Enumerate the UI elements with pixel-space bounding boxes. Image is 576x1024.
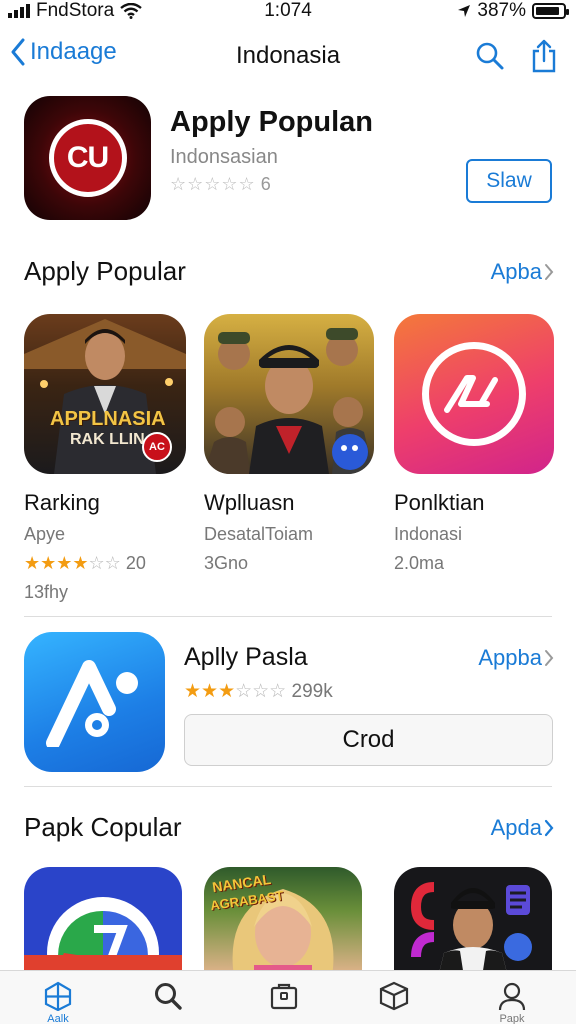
star-empty-icon: ☆☆☆ [235, 681, 287, 702]
card-title: Rarking [24, 490, 100, 515]
poster-art [410, 882, 532, 977]
section-header-popular-2: Papk Copular Apda [24, 812, 554, 848]
rating-count: 299k [291, 681, 333, 702]
status-bar: FndStora 1:074 387% [0, 0, 576, 22]
section-header-popular: Apply Popular Apba [24, 256, 554, 292]
card-rating: ★★★★☆☆ 20 [24, 553, 186, 574]
card-extra: 13fhy [24, 582, 69, 602]
back-label: Indaage [30, 38, 117, 65]
see-all-button[interactable]: Apda [491, 815, 554, 841]
search-icon [476, 42, 504, 70]
app-thumbnail[interactable] [394, 867, 552, 977]
featured-app-rating: ☆☆☆☆☆ 6 [170, 174, 271, 195]
card-subtitle: Indonasi [394, 524, 463, 544]
star-icon: ★★★ [184, 681, 236, 702]
search-icon [155, 983, 182, 1010]
featured-get-button[interactable]: Slaw [466, 159, 552, 203]
poster-caption-2: RAK LLIN [70, 431, 145, 448]
app-logo-icon [24, 897, 182, 977]
app-logo-glyph [444, 375, 498, 413]
back-button[interactable]: Indaage [10, 38, 117, 66]
tab-apps[interactable]: Aalk [26, 981, 90, 1024]
app-card[interactable]: APPLNASIA RAK LLIN AC Rarking Apye ★★★★☆… [24, 314, 186, 603]
see-all-button[interactable]: Appba [478, 645, 554, 671]
featured-icon-text: CU [66, 141, 109, 174]
see-all-label: Appba [478, 645, 542, 670]
app-card[interactable]: Ponlktian Indonasi 2.0ma [394, 314, 554, 574]
app-thumbnail[interactable] [394, 314, 554, 474]
card-meta: 2.0ma [394, 553, 445, 573]
battery-icon [532, 3, 569, 19]
app-logo-icon [422, 342, 526, 446]
search-button[interactable] [472, 36, 508, 76]
app-thumbnail[interactable] [24, 867, 182, 977]
star-empty-icon: ☆☆ [88, 553, 121, 573]
poster-caption-1: APPLNASIA [50, 408, 166, 430]
divider [24, 786, 552, 787]
card-subtitle: DesatalToiam [204, 524, 314, 544]
rating-count: 20 [125, 553, 146, 573]
list-app-name: Aplly Pasla [184, 643, 308, 671]
tab-label: Papk [499, 1013, 525, 1024]
star-icon: ★★★★ [24, 553, 89, 573]
battery-percent: 387% [477, 0, 526, 21]
bag-icon [270, 983, 298, 1010]
see-all-label: Apba [490, 259, 542, 284]
app-logo-glyph [45, 660, 138, 747]
poster-art [204, 328, 374, 474]
see-all-button[interactable]: Apba [491, 259, 554, 285]
tab-search[interactable] [136, 981, 200, 1024]
app-badge-icon: AC [142, 432, 172, 462]
chevron-right-icon [544, 819, 554, 837]
person-icon [498, 982, 526, 1011]
card-title: Ponlktian [394, 490, 485, 515]
chevron-left-icon [11, 38, 25, 66]
grid-icon [44, 981, 72, 1011]
share-button[interactable] [526, 36, 562, 76]
app-thumbnail[interactable] [204, 314, 374, 474]
tab-box[interactable] [362, 981, 426, 1024]
app-card[interactable]: Wplluasn DesatalToiam 3Gno [204, 314, 374, 574]
chevron-right-icon [545, 650, 554, 666]
list-app-get-button[interactable]: Crod [184, 714, 553, 766]
location-icon [458, 5, 471, 17]
box-icon [379, 981, 409, 1011]
list-app-rating: ★★★☆☆☆ 299k [184, 680, 333, 703]
card-title: Wplluasn [204, 490, 295, 515]
tab-profile[interactable]: Papk [480, 981, 544, 1024]
tab-bag[interactable] [252, 981, 316, 1024]
featured-app[interactable]: CU Apply Populan Indonsasian ☆☆☆☆☆ 6 Sla… [24, 96, 552, 222]
share-icon [532, 39, 556, 73]
section-title: Papk Copular [24, 812, 182, 842]
app-thumbnail[interactable]: APPLNASIA RAK LLIN AC [24, 314, 186, 474]
app-thumbnail[interactable]: NANCAL AGRABAST [204, 867, 362, 977]
nav-bar: Indaage Indonasia [0, 32, 576, 80]
tab-bar: Aalk Papk [0, 970, 576, 1024]
chevron-right-icon [545, 264, 554, 280]
divider [24, 616, 552, 617]
battery-level [536, 7, 559, 15]
see-all-label: Apda [490, 815, 542, 840]
rating-count: 6 [260, 174, 271, 194]
list-app-icon[interactable] [24, 632, 165, 772]
card-subtitle: Apye [24, 524, 66, 544]
section-title: Apply Popular [24, 256, 186, 286]
featured-app-name: Apply Populan [170, 106, 373, 138]
featured-app-subtitle: Indonsasian [170, 146, 278, 168]
star-rating-icon: ☆☆☆☆☆ [170, 174, 256, 194]
tab-label: Aalk [47, 1013, 69, 1024]
featured-app-icon[interactable]: CU [24, 96, 151, 220]
card-meta: 3Gno [204, 553, 249, 573]
